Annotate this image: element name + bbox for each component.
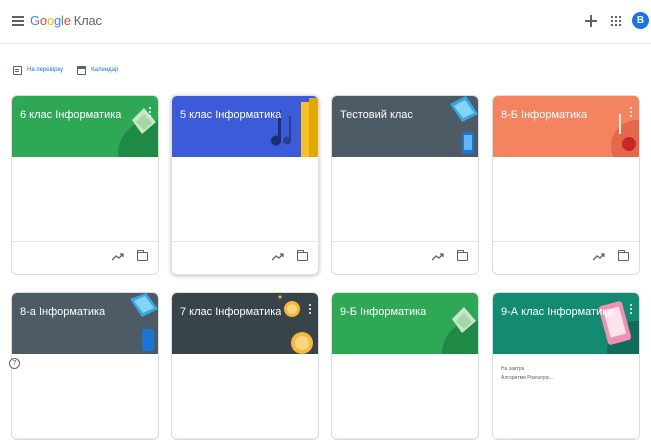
class-card-body — [172, 157, 318, 242]
class-title[interactable]: Тестовий клас — [340, 109, 413, 121]
class-title[interactable]: 8-Б Інформатика — [501, 109, 587, 121]
more-options-icon[interactable] — [149, 107, 152, 119]
devices-illustration-icon — [450, 96, 478, 154]
class-card: 7 клас Інформатика — [171, 292, 319, 440]
help-icon[interactable]: ? — [9, 358, 20, 369]
class-card-body — [332, 354, 478, 439]
phone-illustration-icon — [598, 301, 639, 354]
books-illustration-icon — [442, 307, 478, 354]
class-card-footer — [493, 242, 639, 274]
more-options-icon[interactable] — [309, 304, 312, 316]
account-avatar[interactable]: В — [632, 12, 649, 29]
calendar-link[interactable]: Календар — [77, 65, 119, 75]
folder-icon[interactable] — [297, 250, 308, 261]
folder-icon[interactable] — [457, 250, 468, 261]
devices-illustration-icon — [130, 293, 158, 351]
class-card-body: На завтра Алгоритми Розгалуж... — [493, 354, 639, 439]
calendar-label: Календар — [91, 67, 119, 73]
class-card-body — [172, 354, 318, 439]
calendar-icon — [77, 65, 87, 75]
app-logo[interactable]: Google Клас — [30, 13, 102, 28]
create-join-class-plus-icon[interactable] — [585, 15, 597, 27]
books-illustration-icon — [118, 108, 158, 157]
trending-up-icon[interactable] — [112, 253, 124, 261]
class-card-header[interactable]: 8-Б Інформатика — [493, 96, 639, 157]
to-review-label: На перевірку — [27, 67, 64, 73]
class-card: 8-а Інформатика — [11, 292, 159, 440]
class-title[interactable]: 5 клас Інформатика — [180, 109, 281, 121]
class-card-header[interactable]: 7 клас Інформатика — [172, 293, 318, 354]
class-title[interactable]: 6 клас Інформатика — [20, 109, 121, 121]
top-app-bar: Google Клас В — [0, 0, 651, 44]
class-card-header[interactable]: 8-а Інформатика — [12, 293, 158, 354]
class-card-footer — [172, 242, 318, 274]
class-card-body — [12, 157, 158, 242]
class-card-header[interactable]: 9-А клас Інформатика — [493, 293, 639, 354]
class-card: 6 клас Інформатика — [11, 95, 159, 275]
due-label: На завтра — [501, 366, 525, 372]
class-card: 9-Б Інформатика — [331, 292, 479, 440]
coins-illustration-icon — [278, 295, 313, 354]
to-review-link[interactable]: На перевірку — [13, 65, 64, 75]
class-title[interactable]: 7 клас Інформатика — [180, 306, 281, 318]
class-card-header[interactable]: Тестовий клас — [332, 96, 478, 157]
app-name: Клас — [73, 13, 102, 28]
more-options-icon[interactable] — [630, 107, 633, 119]
lab-illustration-icon — [611, 114, 639, 157]
class-card: 5 клас Інформатика — [171, 95, 319, 275]
class-card-footer — [332, 242, 478, 274]
folder-icon[interactable] — [618, 250, 629, 261]
class-card-header[interactable]: 6 клас Інформатика — [12, 96, 158, 157]
class-card-footer — [12, 242, 158, 274]
trending-up-icon[interactable] — [593, 253, 605, 261]
class-card-body — [332, 157, 478, 242]
class-card: 8-Б Інформатика — [492, 95, 640, 275]
class-title[interactable]: 8-а Інформатика — [20, 306, 105, 318]
class-card-header[interactable]: 9-Б Інформатика — [332, 293, 478, 354]
due-assignment-link[interactable]: Алгоритми Розгалуж... — [501, 375, 553, 381]
google-apps-grid-icon[interactable] — [611, 16, 621, 26]
music-illustration-icon — [271, 98, 318, 157]
subnav: На перевірку Календар — [13, 63, 132, 77]
trending-up-icon[interactable] — [272, 253, 284, 261]
hamburger-menu-icon[interactable] — [12, 16, 24, 26]
review-list-icon — [13, 65, 22, 75]
class-card: Тестовий клас — [331, 95, 479, 275]
class-title[interactable]: 9-Б Інформатика — [340, 306, 426, 318]
class-card-header[interactable]: 5 клас Інформатика — [172, 96, 318, 157]
class-card-body — [12, 354, 158, 439]
more-options-icon[interactable] — [630, 304, 633, 316]
class-card-body — [493, 157, 639, 242]
class-title[interactable]: 9-А клас Інформатика — [501, 306, 613, 318]
trending-up-icon[interactable] — [432, 253, 444, 261]
folder-icon[interactable] — [137, 250, 148, 261]
class-card: 9-А клас Інформатика На завтра Алгоритми… — [492, 292, 640, 440]
